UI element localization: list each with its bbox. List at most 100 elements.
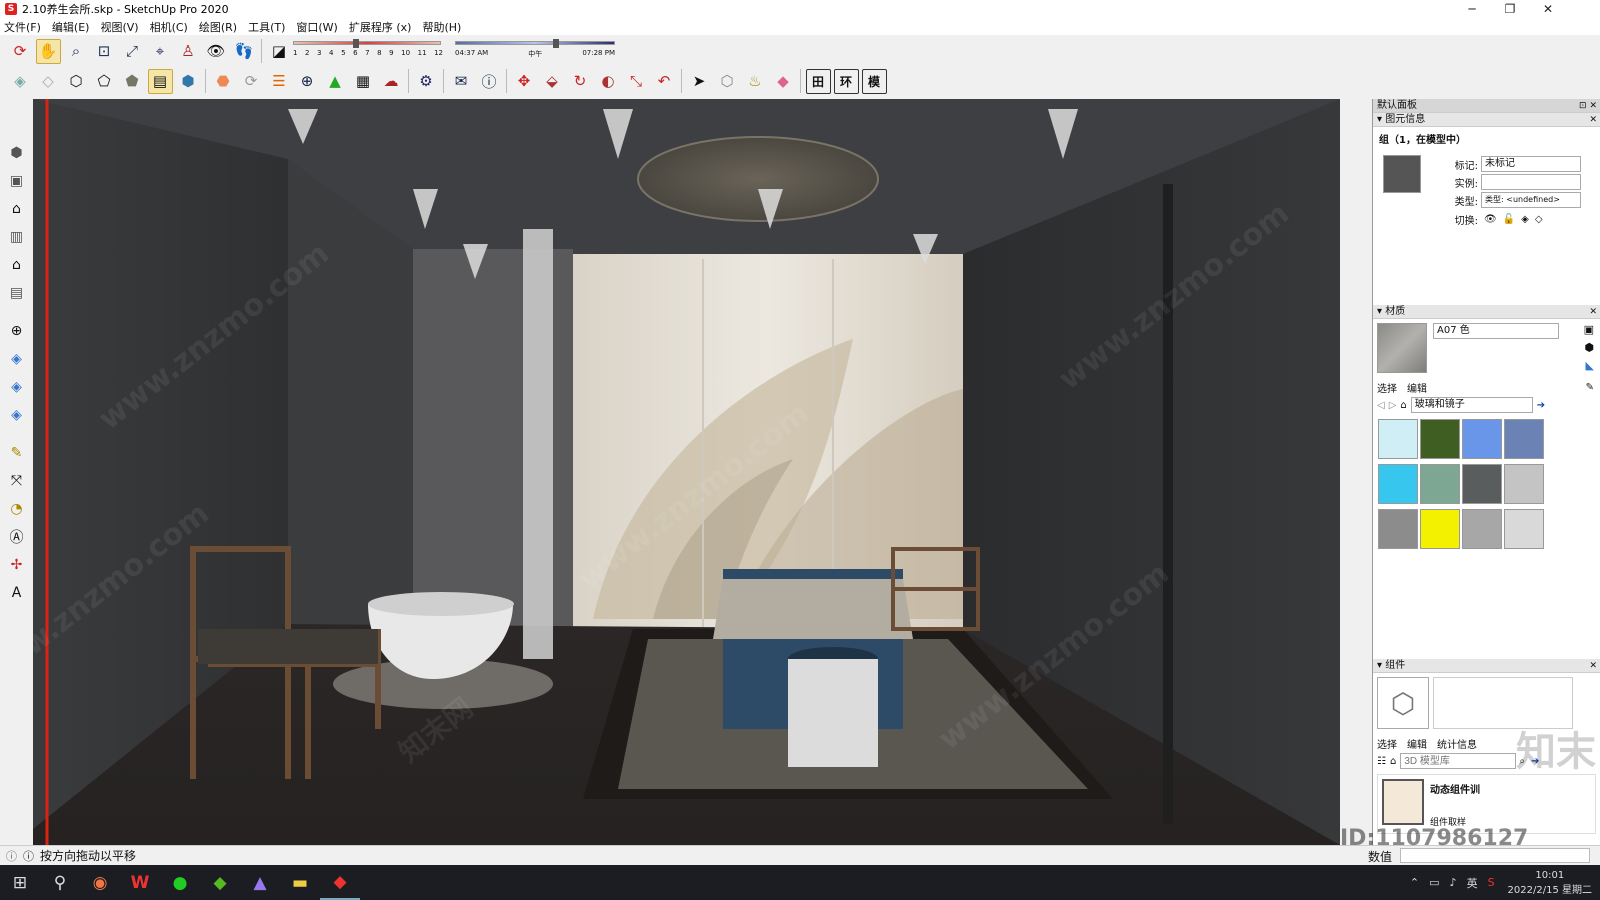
material-swatch[interactable] <box>1378 464 1418 504</box>
settings-gear-icon[interactable]: ⚙ <box>414 69 439 94</box>
component-home-icon[interactable]: ⌂ <box>1390 756 1396 767</box>
wps-icon[interactable]: W <box>120 865 160 900</box>
front-view-icon[interactable]: ▥ <box>5 225 29 249</box>
model-button[interactable]: 模 <box>861 68 887 94</box>
pin-icon[interactable]: ⊡ ✕ <box>1579 99 1597 113</box>
warehouse-icon[interactable]: ⬣ <box>211 69 236 94</box>
library-home-icon[interactable]: ⌂ <box>1400 400 1406 411</box>
month-slider-thumb[interactable] <box>353 39 359 48</box>
close-icon[interactable]: ✕ <box>1589 659 1597 673</box>
push-pull-icon[interactable]: ⬙ <box>540 69 565 94</box>
walk-icon[interactable]: 👣 <box>232 39 257 64</box>
material-swatch[interactable] <box>1504 464 1544 504</box>
default-material-icon[interactable]: ◣ <box>1586 359 1594 372</box>
add-location-icon[interactable]: ⊕ <box>295 69 320 94</box>
move-icon[interactable]: ✥ <box>512 69 537 94</box>
chrome-icon[interactable]: ◉ <box>80 865 120 900</box>
component-tab-statistics[interactable]: 统计信息 <box>1437 736 1477 751</box>
visibility-eye-icon[interactable]: 👁 <box>1484 214 1497 225</box>
shaded-textures-icon[interactable]: ▤ <box>147 68 173 94</box>
position-camera-icon[interactable]: ♙ <box>176 39 201 64</box>
type-select[interactable]: 类型: <undefined> <box>1481 192 1581 208</box>
material-name-field[interactable]: A07 色 <box>1433 323 1559 339</box>
eyedropper-icon[interactable]: ✎ <box>1586 382 1594 393</box>
close-icon[interactable]: ✕ <box>1589 113 1597 127</box>
view-options-icon[interactable]: ☷ <box>1377 756 1386 767</box>
menu-view[interactable]: 视图(V) <box>100 19 138 35</box>
close-button[interactable]: ✕ <box>1530 0 1566 18</box>
home-icon[interactable]: ⌂ <box>5 197 29 221</box>
tape-measure-icon[interactable]: ✎ <box>5 441 29 465</box>
look-around-icon[interactable]: 👁 <box>204 39 229 64</box>
shaded-icon[interactable]: ⬟ <box>120 69 145 94</box>
material-swatch[interactable] <box>1378 419 1418 459</box>
back-view-icon[interactable]: ▤ <box>5 281 29 305</box>
mountain-app-icon[interactable]: ▲ <box>240 865 280 900</box>
material-swatch[interactable] <box>1462 509 1502 549</box>
table-button[interactable]: 田 <box>805 68 831 94</box>
rotate-icon[interactable]: ↻ <box>568 69 593 94</box>
refresh-icon[interactable]: ⟳ <box>239 69 264 94</box>
network-icon[interactable]: ▭ <box>1429 876 1439 889</box>
previous-view-icon[interactable]: ⌖ <box>148 39 173 64</box>
material-swatch[interactable] <box>1420 464 1460 504</box>
orbit-icon[interactable]: ⟳ <box>8 39 33 64</box>
checker-icon[interactable]: ▦ <box>351 69 376 94</box>
material-library-select[interactable]: 玻璃和镜子 <box>1410 397 1533 413</box>
lock-icon[interactable]: 🔓 <box>1503 214 1515 225</box>
entity-material-swatch[interactable] <box>1383 155 1421 193</box>
mail-icon[interactable]: ✉ <box>449 69 474 94</box>
material-swatch[interactable] <box>1504 419 1544 459</box>
tag-select[interactable]: 未标记 <box>1481 156 1581 172</box>
info-icon[interactable]: ⓘ <box>477 69 502 94</box>
shadow-month-slider[interactable]: 1 2 3 4 5 6 7 8 9 10 11 12 <box>293 38 443 64</box>
instance-field[interactable] <box>1481 174 1581 190</box>
dimension-icon[interactable]: ⤧ <box>5 469 29 493</box>
materials-header[interactable]: ▾ 材质 ✕ <box>1373 305 1600 319</box>
components-header[interactable]: ▾ 组件 ✕ <box>1373 659 1600 673</box>
sketchup-taskbar-icon[interactable]: ◆ <box>320 865 360 900</box>
menu-file[interactable]: 文件(F) <box>4 19 41 35</box>
protractor-icon[interactable]: ◔ <box>5 497 29 521</box>
material-swatch[interactable] <box>1462 464 1502 504</box>
menu-extensions[interactable]: 扩展程序 (x) <box>349 19 412 35</box>
minimize-button[interactable]: ─ <box>1454 0 1490 18</box>
tray-chevron-icon[interactable]: ⌃ <box>1410 876 1419 889</box>
menu-camera[interactable]: 相机(C) <box>150 19 188 35</box>
paint-bucket-icon[interactable]: ♨ <box>743 69 768 94</box>
offset-icon[interactable]: ↶ <box>652 69 677 94</box>
section-plane-icon[interactable]: ⊕ <box>5 319 29 343</box>
material-swatch[interactable] <box>1420 509 1460 549</box>
menu-edit[interactable]: 编辑(E) <box>52 19 90 35</box>
component-tab-edit[interactable]: 编辑 <box>1407 736 1427 751</box>
component-result-item[interactable]: 动态组件训 组件取样 <box>1377 774 1596 834</box>
cloud-icon[interactable]: ☁ <box>379 69 404 94</box>
shadow-toggle-icon[interactable]: ◪ <box>267 39 292 64</box>
layers-icon[interactable]: ☰ <box>267 69 292 94</box>
make-component-icon[interactable]: ⬡ <box>715 69 740 94</box>
top-view-icon[interactable]: ▣ <box>5 169 29 193</box>
material-swatch[interactable] <box>1462 419 1502 459</box>
geo-location-icon[interactable]: ⓘ <box>6 848 17 864</box>
file-explorer-icon[interactable]: ▬ <box>280 865 320 900</box>
menu-draw[interactable]: 绘图(R) <box>199 19 237 35</box>
select-arrow-icon[interactable]: ➤ <box>687 69 712 94</box>
entity-info-header[interactable]: ▾ 图元信息 ✕ <box>1373 113 1600 127</box>
back-icon[interactable]: ◁ <box>1377 400 1385 411</box>
component-tab-select[interactable]: 选择 <box>1377 736 1397 751</box>
maximize-button[interactable]: ❐ <box>1492 0 1528 18</box>
material-tab-select[interactable]: 选择 <box>1377 380 1397 395</box>
details-arrow-icon[interactable]: ➔ <box>1537 400 1545 411</box>
windows-start-icon[interactable]: ⊞ <box>0 865 40 900</box>
zoom-window-icon[interactable]: ⊡ <box>92 39 117 64</box>
3d-viewport[interactable]: www.znzmo.com www.znzmo.com www.znzmo.co… <box>33 99 1340 845</box>
zoom-icon[interactable]: ⌕ <box>64 39 89 64</box>
zoom-extents-icon[interactable]: ⤢ <box>120 39 145 64</box>
forward-icon[interactable]: ▷ <box>1389 400 1397 411</box>
sample-material-icon[interactable]: ▣ <box>1584 323 1594 336</box>
search-icon[interactable]: ⚲ <box>40 865 80 900</box>
ime-indicator[interactable]: 英 <box>1467 875 1478 891</box>
scale-icon[interactable]: ⤡ <box>624 69 649 94</box>
text-tool-icon[interactable]: Ⓐ <box>5 525 29 549</box>
material-tab-edit[interactable]: 编辑 <box>1407 380 1427 395</box>
